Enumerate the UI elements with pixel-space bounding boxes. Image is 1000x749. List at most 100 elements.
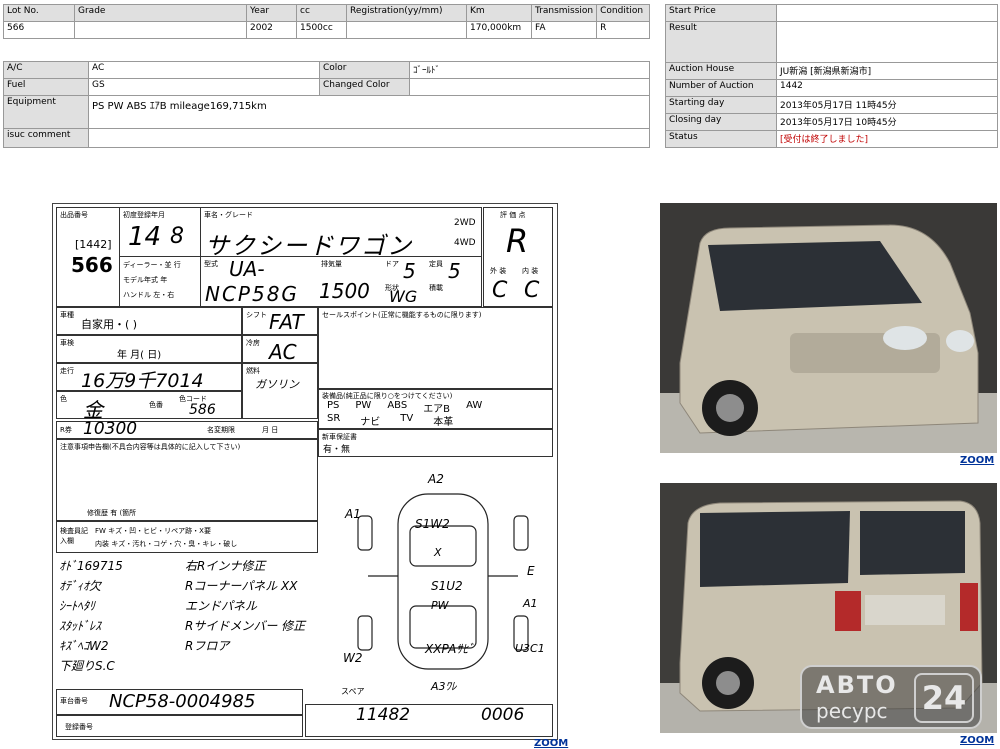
color-label: 色 bbox=[60, 395, 67, 403]
fuel-value: GS bbox=[88, 78, 320, 96]
sheet-zoom-link[interactable]: ZOOM bbox=[534, 738, 568, 749]
comment-label: isuc comment bbox=[3, 128, 89, 148]
shift-label: シフト bbox=[246, 311, 267, 319]
cooler-label: 冷房 bbox=[246, 339, 260, 347]
auction-sheet-image[interactable]: 出品番号 [1442] 566 初度登録年月 14 8 ディーラー・並 行 モデ… bbox=[52, 203, 558, 740]
drive-4wd-label: 4WD bbox=[454, 238, 476, 248]
warranty-box: 新車保証書 有・無 bbox=[318, 429, 553, 457]
sales-point-label: セールスポイント(正常に機能するものに限ります) bbox=[322, 311, 482, 319]
mark-xxpa: XXPAｻﾋﾞ bbox=[425, 642, 475, 656]
result-label: Result bbox=[665, 21, 777, 63]
mark-e: E bbox=[527, 564, 535, 578]
exterior-label: 外 装 bbox=[490, 267, 507, 275]
lot-summary-table: Lot No. Grade Year cc Registration(yy/mm… bbox=[3, 4, 650, 39]
warranty-value: 有・無 bbox=[323, 445, 351, 455]
equip-leather: 本革 bbox=[433, 417, 454, 428]
handle-label: ハンドル 左・右 bbox=[123, 291, 175, 299]
fuel-box: 燃料 ガソリン bbox=[242, 363, 318, 419]
auction-row-closing: Closing day 2013年05月17日 10時45分 bbox=[665, 113, 998, 131]
first-registration-label: 初度登録年月 bbox=[123, 211, 165, 219]
type-box: 型式 UA- NCP58G 排気量 1500 ドア 5 形状 WG 定員 5 積… bbox=[200, 256, 482, 307]
changed-color-value bbox=[409, 78, 650, 96]
lot-number-box: 出品番号 [1442] 566 bbox=[56, 207, 120, 307]
mark-pw: PW bbox=[431, 599, 449, 612]
note-left-5: ｷｽﾞﾍｺW2 bbox=[59, 639, 109, 653]
dealer-label: ディーラー・並 行 bbox=[123, 261, 181, 269]
repair-label: 修復歴 有 (箇所 bbox=[87, 509, 137, 517]
closing-day-label: Closing day bbox=[665, 113, 777, 131]
model-year-label: モデル年式 年 bbox=[123, 276, 168, 284]
auction-info-table: Start Price Result Auction House JU新潟 [新潟… bbox=[665, 4, 998, 148]
mark-w2: W2 bbox=[343, 651, 363, 665]
watermark-logo: АВТО ресурс 24 bbox=[800, 665, 982, 729]
value-transmission: FA bbox=[530, 21, 598, 39]
auction-row-number: Number of Auction 1442 bbox=[665, 79, 998, 97]
lot-table-value-row: 566 2002 1500cc 170,000km FA R bbox=[3, 21, 650, 39]
inspector-label: 検査員記入欄 bbox=[60, 527, 88, 545]
equip-aw: AW bbox=[466, 400, 483, 411]
inspection-value: 年 月( 日) bbox=[117, 350, 162, 361]
mark-a1-right: A1 bbox=[523, 597, 538, 610]
mark-u3c1: U3C1 bbox=[515, 642, 545, 655]
comment-value bbox=[88, 128, 650, 148]
notes-label: 注意事項申告欄(不具合内容等は具体的に記入して下さい) bbox=[60, 443, 241, 451]
status-value: [受付は終了しました] bbox=[776, 130, 998, 148]
first-registration-box: 初度登録年月 14 8 bbox=[119, 207, 201, 257]
check-row-2: 内装 キズ・汚れ・コゲ・穴・臭・キレ・破し bbox=[95, 540, 238, 548]
equip-sr: SR bbox=[327, 413, 341, 424]
specs-row-equipment: Equipment PS PW ABS ｴｱB mileage169,715km bbox=[3, 95, 650, 129]
capacity-label: 定員 bbox=[429, 260, 443, 268]
equipment-value: PS PW ABS ｴｱB mileage169,715km bbox=[88, 95, 650, 129]
check-row-1: FW キズ・凹・ヒビ・リペア跡・X要 bbox=[95, 527, 211, 535]
shift-value: FAT bbox=[269, 310, 304, 334]
start-price-value bbox=[776, 4, 998, 22]
registration-term-value: 月 日 bbox=[262, 426, 279, 434]
header-grade: Grade bbox=[74, 4, 247, 22]
shape-value: WG bbox=[389, 287, 418, 306]
fuel-label: Fuel bbox=[3, 78, 89, 96]
recycle-value: 10300 bbox=[83, 419, 138, 439]
value-year: 2002 bbox=[246, 21, 297, 39]
evaluation-grade: R bbox=[506, 222, 529, 260]
evaluation-label: 評 価 点 bbox=[500, 211, 526, 219]
ac-label: A/C bbox=[3, 61, 89, 79]
auction-number-value: 1442 bbox=[776, 79, 998, 97]
recycle-box: R券 10300 名変期限 月 日 bbox=[56, 419, 318, 439]
value-condition: R bbox=[596, 21, 650, 39]
inspection-box: 車検 年 月( 日) bbox=[56, 335, 242, 363]
mark-s1w2: S1W2 bbox=[415, 517, 450, 531]
auction-house-value: JU新潟 [新潟県新潟市] bbox=[776, 62, 998, 80]
note-right-2: Rコーナーパネル XX bbox=[185, 579, 298, 593]
reg-no-box: 登録番号 bbox=[56, 715, 303, 737]
exterior-grade: C bbox=[492, 278, 508, 303]
usage-box: 車種 自家用・( ) bbox=[56, 307, 242, 335]
car-front-photo[interactable] bbox=[660, 203, 997, 453]
status-label: Status bbox=[665, 130, 777, 148]
auction-row-result: Result bbox=[665, 21, 998, 63]
note-left-4: ｽﾀｯﾄﾞﾚｽ bbox=[59, 619, 102, 633]
displacement-value: 1500 bbox=[319, 279, 370, 303]
car-name-label: 車名・グレード bbox=[204, 211, 253, 219]
mileage-label: 走行 bbox=[60, 367, 74, 375]
car-front-illustration bbox=[660, 203, 997, 453]
header-cc: cc bbox=[296, 4, 347, 22]
auction-house-label: Auction House bbox=[665, 62, 777, 80]
header-transmission: Transmission bbox=[530, 4, 598, 22]
cooler-value: AC bbox=[269, 340, 297, 364]
changed-color-label: Changed Color bbox=[319, 78, 410, 96]
auction-row-house: Auction House JU新潟 [新潟県新潟市] bbox=[665, 62, 998, 80]
dealer-box: ディーラー・並 行 モデル年式 年 ハンドル 左・右 bbox=[119, 256, 201, 307]
value-grade bbox=[74, 21, 247, 39]
rear-photo-zoom-link[interactable]: ZOOM bbox=[960, 735, 994, 746]
cooler-box: 冷房 AC bbox=[242, 335, 318, 364]
shift-box: シフト FAT bbox=[242, 307, 318, 335]
lot-number: 566 bbox=[71, 253, 113, 277]
note-right-1: 右Rインナ修正 bbox=[185, 559, 266, 573]
evaluation-box: 評 価 点 R 外 装 内 装 C C bbox=[483, 207, 553, 307]
equipment-box: 装備品(純正品に限り○をつけてください) PS PW ABS エアB AW SR… bbox=[318, 389, 553, 429]
specs-row-ac: A/C AC Color ｺﾞｰﾙﾄﾞ bbox=[3, 61, 650, 79]
car-rear-photo[interactable]: АВТО ресурс 24 bbox=[660, 483, 997, 733]
front-photo-zoom-link[interactable]: ZOOM bbox=[960, 455, 994, 466]
equipment-row-2: SR ナビ TV 本革 bbox=[327, 413, 453, 428]
closing-day-value: 2013年05月17日 10時45分 bbox=[776, 113, 998, 131]
